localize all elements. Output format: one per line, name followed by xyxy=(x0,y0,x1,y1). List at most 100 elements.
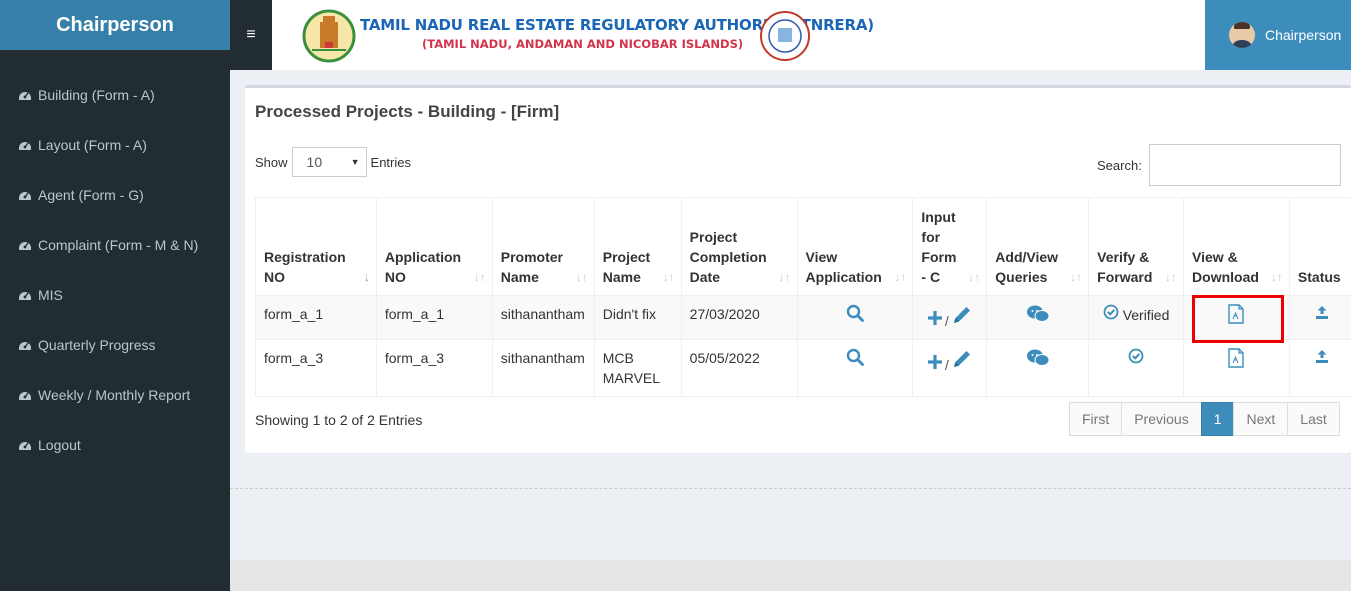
column-header-view-download[interactable]: View & Download ↓↑ xyxy=(1183,197,1290,296)
sidebar-item-complaint[interactable]: Complaint (Form - M & N) xyxy=(0,220,230,270)
sort-icon: ↓↑ xyxy=(1270,270,1283,284)
page-length-value: 10 xyxy=(306,154,323,170)
pagination-next[interactable]: Next xyxy=(1233,402,1289,436)
cell-completion-date: 27/03/2020 xyxy=(680,295,798,340)
projects-box: Processed Projects - Building - [Firm] S… xyxy=(245,85,1351,453)
page-length-control: Show 10 ▼ Entries xyxy=(255,147,411,177)
check-circle-icon[interactable] xyxy=(1103,304,1119,320)
avatar xyxy=(1229,22,1255,48)
search-icon[interactable] xyxy=(846,348,864,366)
table-row: form_a_1 form_a_1 sithanantham Didn't fi… xyxy=(255,295,1351,340)
plus-icon[interactable] xyxy=(927,354,943,370)
verified-status: Verified xyxy=(1122,307,1170,323)
pencil-icon[interactable] xyxy=(951,348,973,370)
table-header-row: Registration NO ↓ Application NO ↓↑ Promoter… xyxy=(255,197,1351,296)
chevron-down-icon: ▼ xyxy=(350,157,360,167)
sidebar-item-label: Weekly / Monthly Report xyxy=(38,387,191,403)
header-subtitle: (TAMIL NADU, ANDAMAN AND NICOBAR ISLANDS… xyxy=(422,37,744,51)
page-title: Processed Projects - Building - [Firm] xyxy=(255,102,560,121)
sidebar-item-quarterly-progress[interactable]: Quarterly Progress xyxy=(0,320,230,370)
plus-icon[interactable] xyxy=(927,310,943,326)
highlight-box xyxy=(1192,295,1284,343)
upload-icon[interactable] xyxy=(1314,348,1330,364)
tamil-nadu-emblem-logo xyxy=(302,9,356,63)
column-header-input-form-c[interactable]: Input for Form - C ↓↑ xyxy=(912,197,988,296)
sidebar-item-layout[interactable]: Layout (Form - A) xyxy=(0,120,230,170)
column-header-queries[interactable]: Add/View Queries ↓↑ xyxy=(986,197,1090,296)
sidebar: Chairperson Building (Form - A) Layout (… xyxy=(0,0,230,591)
search-icon[interactable] xyxy=(846,304,864,322)
search-label: Search: xyxy=(1097,157,1142,173)
cell-promoter-name: sithanantham xyxy=(491,339,595,397)
page-length-select[interactable]: 10 ▼ xyxy=(291,147,367,177)
column-header-completion-date[interactable]: Project Completion Date ↓↑ xyxy=(680,197,798,296)
entries-label: Entries xyxy=(370,154,411,170)
sidebar-item-label: Layout (Form - A) xyxy=(38,137,147,153)
column-header-registration-no[interactable]: Registration NO ↓ xyxy=(255,197,377,296)
page-footer xyxy=(230,560,1351,591)
column-header-verify-forward[interactable]: Verify & Forward ↓↑ xyxy=(1088,197,1185,296)
column-header-application-no[interactable]: Application NO ↓↑ xyxy=(375,197,493,296)
tnrera-seal-logo xyxy=(760,11,810,61)
show-label: Show xyxy=(255,154,288,170)
sidebar-item-logout[interactable]: Logout xyxy=(0,420,230,470)
top-navbar: ≡ TAMIL NADU REAL ESTATE REGULATORY AUTH… xyxy=(230,0,1351,70)
dashboard-icon xyxy=(19,442,31,450)
cell-application-no: form_a_1 xyxy=(375,295,493,340)
dashboard-icon xyxy=(19,392,31,400)
sidebar-item-label: Agent (Form - G) xyxy=(38,187,144,203)
dashboard-icon xyxy=(19,92,31,100)
column-header-promoter-name[interactable]: Promoter Name ↓↑ xyxy=(491,197,595,296)
pagination-last[interactable]: Last xyxy=(1287,402,1340,436)
dashboard-icon xyxy=(19,142,31,150)
column-header-status[interactable]: Status xyxy=(1288,197,1351,296)
sidebar-item-building[interactable]: Building (Form - A) xyxy=(0,70,230,120)
table-row: form_a_3 form_a_3 sithanantham MCB MARVE… xyxy=(255,339,1351,397)
search-control: Search: xyxy=(1097,144,1341,186)
sidebar-toggle-button[interactable]: ≡ xyxy=(230,0,272,70)
column-header-project-name[interactable]: Project Name ↓↑ xyxy=(593,197,682,296)
sort-icon: ↓↑ xyxy=(1165,270,1178,284)
sidebar-brand: Chairperson xyxy=(0,0,230,50)
sort-icon: ↓↑ xyxy=(575,270,588,284)
sidebar-item-mis[interactable]: MIS xyxy=(0,270,230,320)
cell-completion-date: 05/05/2022 xyxy=(680,339,798,397)
sidebar-item-label: Quarterly Progress xyxy=(38,337,156,353)
sidebar-menu: Building (Form - A) Layout (Form - A) Ag… xyxy=(0,70,230,470)
search-input[interactable] xyxy=(1148,144,1341,186)
user-menu[interactable]: Chairperson xyxy=(1205,0,1351,70)
dashboard-icon xyxy=(19,192,31,200)
pagination-first[interactable]: First xyxy=(1069,402,1123,436)
dashboard-icon xyxy=(19,242,31,250)
cell-application-no: form_a_3 xyxy=(375,339,493,397)
dashboard-icon xyxy=(19,342,31,350)
sort-asc-icon: ↓ xyxy=(363,270,370,284)
sidebar-item-label: Building (Form - A) xyxy=(38,87,155,103)
sort-icon: ↓↑ xyxy=(968,270,981,284)
column-header-view-application[interactable]: View Application ↓↑ xyxy=(796,197,914,296)
cell-registration-no: form_a_3 xyxy=(255,339,377,397)
sort-icon: ↓↑ xyxy=(662,270,675,284)
wechat-icon[interactable] xyxy=(1026,304,1050,324)
pagination: First Previous 1 Next Last xyxy=(1069,402,1340,436)
wechat-icon[interactable] xyxy=(1026,348,1050,368)
upload-icon[interactable] xyxy=(1314,304,1330,320)
projects-table: Registration NO ↓ Application NO ↓↑ Promoter… xyxy=(255,197,1351,397)
pagination-page-1[interactable]: 1 xyxy=(1200,402,1235,436)
sidebar-item-agent[interactable]: Agent (Form - G) xyxy=(0,170,230,220)
sort-icon: ↓↑ xyxy=(1070,270,1083,284)
sidebar-item-label: MIS xyxy=(38,287,63,303)
sidebar-item-label: Complaint (Form - M & N) xyxy=(38,237,199,253)
sort-icon: ↓↑ xyxy=(778,270,791,284)
sidebar-item-weekly-report[interactable]: Weekly / Monthly Report xyxy=(0,370,230,420)
cell-project-name: MCB MARVEL xyxy=(593,339,682,397)
pdf-file-icon[interactable] xyxy=(1227,348,1245,368)
check-circle-icon[interactable] xyxy=(1128,348,1144,364)
pencil-icon[interactable] xyxy=(951,304,973,326)
content-area: Processed Projects - Building - [Firm] S… xyxy=(230,70,1351,591)
user-name: Chairperson xyxy=(1265,27,1342,43)
divider xyxy=(230,488,1351,489)
sidebar-item-label: Logout xyxy=(38,437,81,453)
pagination-previous[interactable]: Previous xyxy=(1121,402,1202,436)
dashboard-icon xyxy=(19,292,31,300)
